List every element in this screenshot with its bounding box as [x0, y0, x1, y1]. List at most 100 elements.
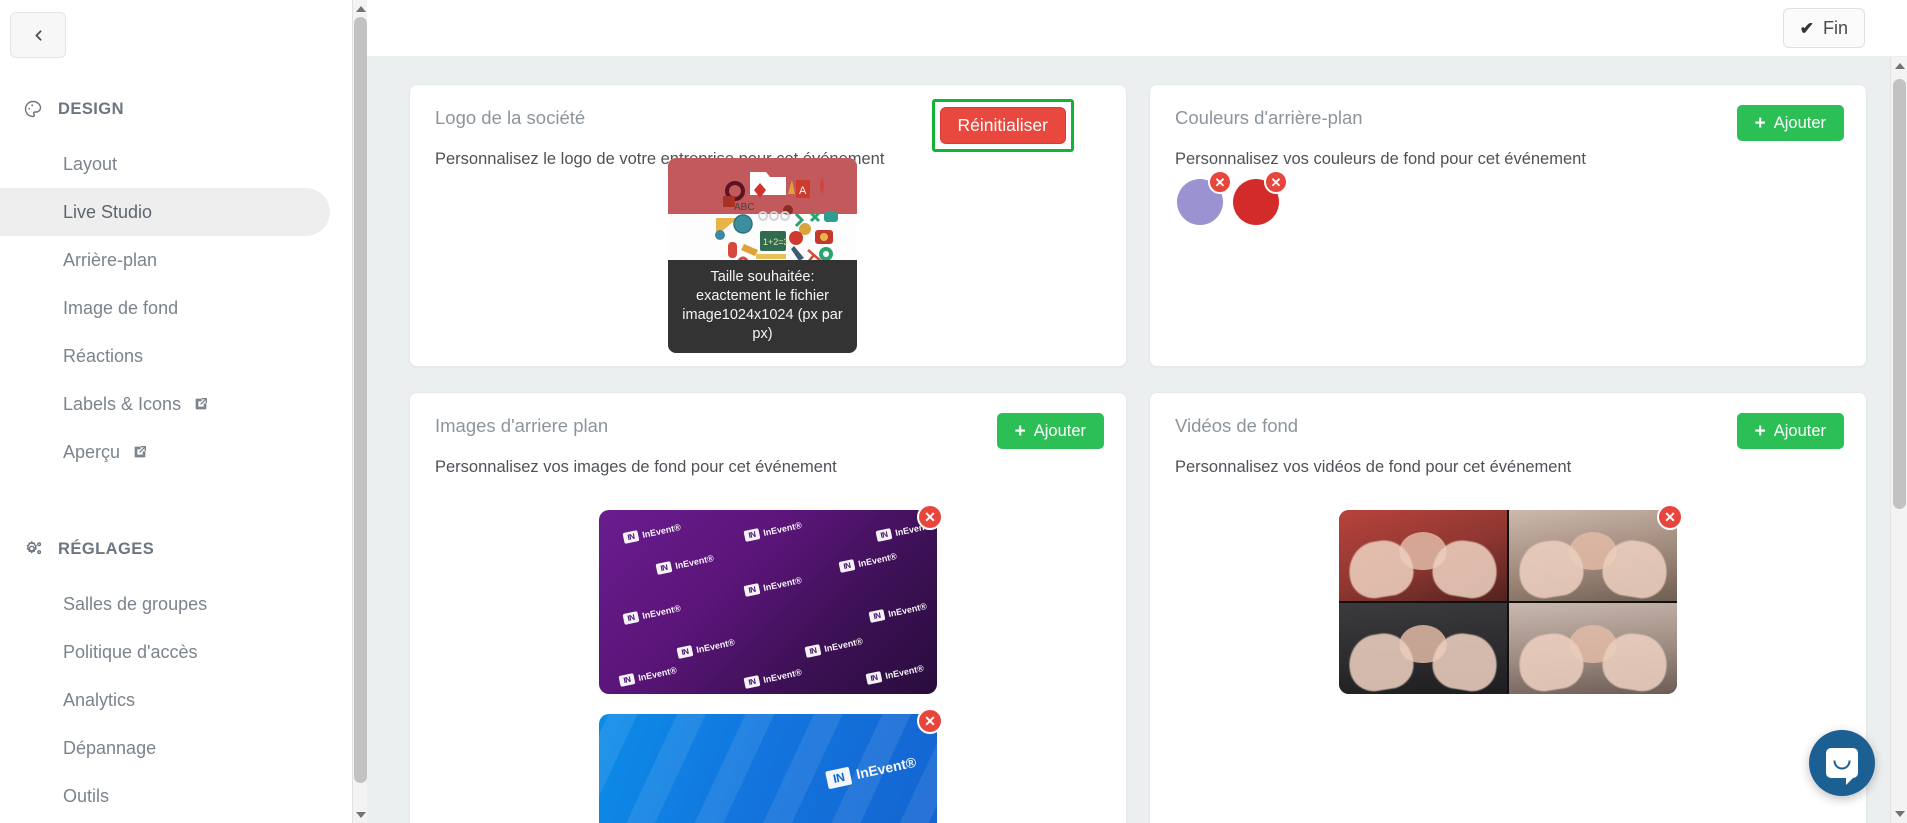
sidebar-item-reactions[interactable]: Réactions	[0, 332, 330, 380]
plus-icon: +	[1014, 420, 1026, 442]
sidebar-item-analytics[interactable]: Analytics	[0, 676, 330, 724]
sidebar: DESIGN Layout Live Studio Arrière-plan I…	[0, 0, 367, 823]
sidebar-section-label: DESIGN	[58, 99, 124, 118]
sidebar-item-politique-dacces[interactable]: Politique d'accès	[0, 628, 330, 676]
images-card-description: Personnalisez vos images de fond pour ce…	[435, 458, 837, 476]
main-panel: ✔ Fin Logo de la société Personnalisez l…	[367, 0, 1907, 823]
background-video-thumbnail[interactable]: ✕	[1339, 504, 1683, 694]
color-swatch-list: ✕ ✕	[1177, 170, 1288, 225]
top-bar: ✔ Fin	[367, 0, 1907, 57]
reset-button-highlight: Réinitialiser	[931, 99, 1074, 152]
card-row-top: Logo de la société Personnalisez le logo…	[409, 84, 1867, 367]
svg-text:A: A	[799, 185, 807, 197]
background-images-card: Images d'arriere plan Personnalisez vos …	[409, 392, 1127, 823]
scroll-down-arrow-icon[interactable]	[353, 806, 367, 823]
sidebar-section-reglages: RÉGLAGES	[0, 532, 352, 566]
sidebar-item-label: Analytics	[63, 689, 136, 710]
add-video-button[interactable]: + Ajouter	[1736, 413, 1844, 449]
video-cell	[1339, 510, 1507, 601]
sidebar-section-label: RÉGLAGES	[58, 539, 155, 558]
sidebar-section-design: DESIGN	[0, 92, 352, 126]
done-label: Fin	[1822, 17, 1848, 38]
remove-video-icon[interactable]: ✕	[1657, 504, 1683, 530]
sidebar-item-label: Réactions	[63, 345, 144, 366]
sidebar-item-label: Outils	[63, 785, 110, 806]
chevron-left-icon	[30, 27, 47, 44]
background-image-thumbnail-purple[interactable]: ✕ IN InEvent® IN InEvent® IN InEvent® IN InE…	[599, 504, 943, 694]
reset-button[interactable]: Réinitialiser	[939, 107, 1066, 144]
palette-icon	[22, 98, 44, 120]
remove-image-icon[interactable]: ✕	[917, 708, 943, 734]
chat-bubble-icon	[1826, 748, 1858, 785]
sidebar-item-labels-icons[interactable]: Labels & Icons	[0, 380, 330, 428]
background-image-list: ✕ IN InEvent® IN InEvent® IN InEvent® IN InE…	[435, 504, 1101, 823]
sidebar-item-label: Salles de groupes	[63, 593, 208, 614]
color-swatch-red[interactable]: ✕	[1233, 170, 1288, 225]
sidebar-item-label: Politique d'accès	[63, 641, 198, 662]
color-swatch-purple[interactable]: ✕	[1177, 170, 1232, 225]
sidebar-item-label: Layout	[63, 153, 118, 174]
plus-icon: +	[1754, 112, 1766, 134]
scroll-up-arrow-icon[interactable]	[353, 0, 367, 17]
sidebar-item-depannage[interactable]: Dépannage	[0, 724, 330, 772]
remove-image-icon[interactable]: ✕	[917, 504, 943, 530]
logo-thumbnail-wrapper[interactable]: A ABC 1+2=3 Taille souhaitée: exactement…	[668, 158, 857, 353]
sidebar-scrollbar[interactable]	[352, 0, 367, 823]
background-video-list: ✕	[1175, 504, 1841, 694]
sidebar-item-label: Labels & Icons	[63, 393, 182, 414]
sidebar-item-live-studio[interactable]: Live Studio	[0, 188, 330, 236]
add-image-label: Ajouter	[1033, 421, 1086, 440]
video-cell	[1509, 603, 1677, 694]
check-icon: ✔	[1799, 18, 1814, 38]
sidebar-item-arriere-plan[interactable]: Arrière-plan	[0, 236, 330, 284]
external-link-icon	[132, 444, 148, 460]
sidebar-item-label: Image de fond	[63, 297, 179, 318]
content-area: Logo de la société Personnalisez le logo…	[367, 57, 1907, 823]
add-color-button[interactable]: + Ajouter	[1736, 105, 1844, 141]
remove-color-icon[interactable]: ✕	[1264, 170, 1288, 194]
add-color-label: Ajouter	[1773, 113, 1826, 132]
thumbnail-video	[1339, 510, 1677, 694]
scroll-down-arrow-icon[interactable]	[1891, 805, 1907, 823]
sidebar-item-layout[interactable]: Layout	[0, 140, 330, 188]
thumbnail-image: IN InEvent® IN InEvent® IN InEvent® IN InEve…	[599, 510, 937, 694]
back-button[interactable]	[10, 12, 66, 58]
external-link-icon	[193, 396, 209, 412]
logo-card: Logo de la société Personnalisez le logo…	[409, 84, 1127, 367]
svg-text:ABC: ABC	[734, 202, 755, 213]
done-button[interactable]: ✔ Fin	[1782, 8, 1865, 48]
sidebar-item-salles-de-groupes[interactable]: Salles de groupes	[0, 580, 330, 628]
sidebar-item-apercu[interactable]: Aperçu	[0, 428, 330, 476]
sidebar-content: DESIGN Layout Live Studio Arrière-plan I…	[0, 12, 352, 823]
purple-gradient: IN InEvent® IN InEvent® IN InEvent® IN InEve…	[599, 510, 937, 694]
add-video-label: Ajouter	[1773, 421, 1826, 440]
intercom-chat-launcher[interactable]	[1809, 730, 1875, 796]
scrollbar-thumb[interactable]	[354, 17, 367, 783]
card-row-bottom: Images d'arriere plan Personnalisez vos …	[409, 392, 1867, 823]
plus-icon: +	[1754, 420, 1766, 442]
sidebar-item-label: Dépannage	[63, 737, 157, 758]
blue-gradient: IN InEvent®	[599, 714, 937, 823]
videos-card-description: Personnalisez vos vidéos de fond pour ce…	[1175, 458, 1572, 476]
add-image-button[interactable]: + Ajouter	[996, 413, 1104, 449]
sidebar-item-outils[interactable]: Outils	[0, 772, 330, 820]
gear-icon	[22, 538, 44, 560]
video-cell	[1509, 510, 1677, 601]
remove-color-icon[interactable]: ✕	[1208, 170, 1232, 194]
background-videos-card: Vidéos de fond Personnalisez vos vidéos …	[1149, 392, 1867, 823]
sidebar-item-image-de-fond[interactable]: Image de fond	[0, 284, 330, 332]
thumbnail-image: IN InEvent®	[599, 714, 937, 823]
video-cell	[1339, 603, 1507, 694]
app-root: DESIGN Layout Live Studio Arrière-plan I…	[0, 0, 1907, 823]
logo-thumbnail[interactable]: A ABC 1+2=3 Taille souhaitée: exactement…	[668, 158, 857, 353]
sidebar-item-label: Live Studio	[63, 201, 153, 222]
background-image-thumbnail-blue[interactable]: ✕ IN InEvent®	[599, 708, 943, 823]
svg-text:1+2=3: 1+2=3	[763, 237, 789, 247]
main-scrollbar[interactable]	[1890, 57, 1907, 823]
scroll-up-arrow-icon[interactable]	[1891, 57, 1907, 75]
sidebar-item-label: Arrière-plan	[63, 249, 158, 270]
scrollbar-thumb[interactable]	[1893, 79, 1906, 509]
